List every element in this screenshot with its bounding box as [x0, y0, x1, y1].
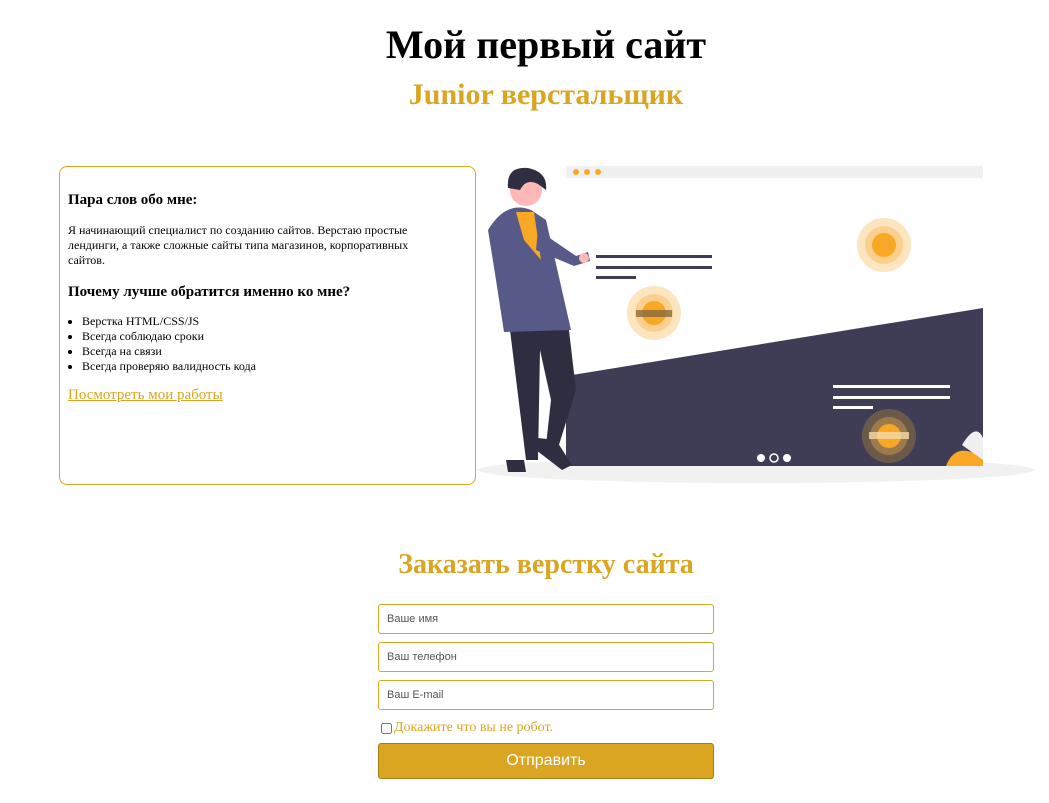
decor-bar [869, 432, 909, 439]
text-line [596, 255, 712, 258]
order-form: Докажите что вы не робот. Отправить [378, 604, 714, 779]
portfolio-link[interactable]: Посмотреть мои работы [68, 387, 223, 404]
slider-dot [757, 454, 765, 462]
decor-bar [636, 310, 672, 317]
person-hand [579, 253, 589, 263]
text-line [833, 385, 950, 388]
phone-input[interactable] [378, 642, 714, 672]
list-item: Всегда соблюдаю сроки [82, 329, 256, 344]
text-line [596, 266, 712, 269]
browser-top-bar [566, 166, 983, 178]
text-line [833, 406, 873, 409]
list-item: Верстка HTML/CSS/JS [82, 314, 256, 329]
list-item: Всегда на связи [82, 344, 256, 359]
name-input[interactable] [378, 604, 714, 634]
page-subtitle: Junior верстальщик [408, 78, 684, 111]
order-title: Заказать верстку сайта [398, 549, 694, 580]
robot-check-label: Докажите что вы не робот. [394, 720, 554, 735]
list-item: Всегда проверяю валидность кода [82, 359, 256, 374]
advantages-list: Верстка HTML/CSS/JS Всегда соблюдаю срок… [68, 314, 256, 374]
robot-check-row[interactable]: Докажите что вы не робот. [378, 718, 714, 738]
about-text: Я начинающий специалист по созданию сайт… [68, 223, 409, 267]
page-title: Мой первый сайт [385, 22, 707, 67]
slider-dot [783, 454, 791, 462]
text-line [833, 396, 950, 399]
text-line [596, 276, 636, 279]
decor-circle [872, 233, 896, 257]
about-card: Пара слов обо мне: Я начинающий специали… [59, 166, 476, 485]
browser-dot [573, 169, 579, 175]
robot-checkbox[interactable] [381, 722, 392, 734]
submit-button[interactable]: Отправить [378, 743, 714, 779]
person-shoe [506, 460, 526, 472]
browser-dot [595, 169, 601, 175]
why-heading: Почему лучше обратится именно ко мне? [68, 284, 351, 300]
email-input[interactable] [378, 680, 714, 710]
developer-illustration [478, 166, 1034, 483]
browser-dot [584, 169, 590, 175]
about-heading: Пара слов обо мне: [68, 192, 198, 208]
